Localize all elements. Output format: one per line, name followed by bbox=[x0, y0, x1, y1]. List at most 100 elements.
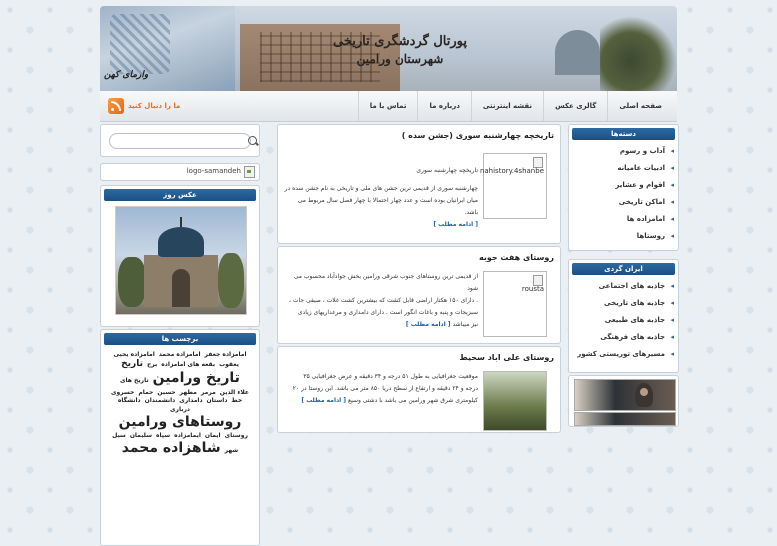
nav-gallery[interactable]: گالری عکس bbox=[543, 91, 607, 121]
thumbnail-alt-text: rousta bbox=[521, 285, 544, 293]
excerpt-line: از قدیمی ترین روستاهای جنوب شرقی ورامین … bbox=[293, 273, 478, 292]
category-item[interactable]: ادبیات عامیانه bbox=[569, 160, 674, 177]
post-excerpt: از قدیمی ترین روستاهای جنوب شرقی ورامین … bbox=[284, 271, 478, 331]
nav-contact[interactable]: تماس با ما bbox=[357, 91, 418, 121]
page: پورتال گردشگری تاریخی شهرستان ورامین وار… bbox=[100, 6, 679, 546]
tag-link[interactable]: تاریخ های bbox=[120, 377, 149, 385]
site-title: پورتال گردشگری تاریخی bbox=[333, 34, 467, 49]
tag-link[interactable]: دانشمندان bbox=[145, 397, 176, 405]
tag-link[interactable]: شاهزاده محمد bbox=[122, 440, 221, 458]
tag-link[interactable]: دامداری bbox=[179, 397, 202, 405]
tag-link[interactable]: یعقوب bbox=[219, 361, 239, 369]
post-card: روستای علی اباد سحیط موقعیت جغرافیایی به… bbox=[277, 346, 561, 433]
tag-link[interactable]: امامزاده جعفر bbox=[205, 351, 247, 359]
tag-link[interactable]: مرمر bbox=[201, 389, 216, 397]
read-more-link[interactable]: [ ادامه مطلب ] bbox=[406, 321, 451, 328]
post-thumbnail[interactable] bbox=[483, 371, 547, 431]
tag-link[interactable]: تاریخ bbox=[121, 359, 143, 370]
dome-image bbox=[555, 30, 600, 75]
tag-link[interactable]: برج bbox=[147, 361, 157, 369]
tag-link[interactable]: سپاه bbox=[156, 432, 170, 440]
iran-travel-item[interactable]: جاذبه های اجتماعی bbox=[569, 278, 674, 295]
rss-icon[interactable] bbox=[108, 98, 124, 114]
tag-link[interactable]: درباری bbox=[170, 406, 190, 414]
photo-of-day-title: عکس روز bbox=[104, 189, 256, 201]
category-item[interactable]: امامزاده ها bbox=[569, 211, 674, 228]
tag-link[interactable]: دانشگاه bbox=[118, 397, 141, 405]
post-thumbnail[interactable]: rousta bbox=[483, 271, 547, 337]
photo-of-day-image[interactable] bbox=[115, 206, 247, 315]
main-nav: ما را دنبال کنید صفحه اصلی گالری عکس نقش… bbox=[100, 91, 677, 122]
nav-about[interactable]: درباره ما bbox=[417, 91, 470, 121]
iran-travel-item[interactable]: مسیرهای توریستی کشور bbox=[569, 346, 674, 363]
nav-home[interactable]: صفحه اصلی bbox=[607, 91, 673, 121]
tree-shape bbox=[118, 257, 146, 307]
tags-box: برچسب ها امامزاده جعفرامامزاده محمدامامز… bbox=[100, 329, 260, 546]
excerpt-line: موقعیت جغرافیایی به طول ۵۱ درجه و ۳۴ دقی… bbox=[303, 373, 478, 380]
post-excerpt: تاریخچه چهارشنبه سوری چهارشنبه سوری از ق… bbox=[284, 165, 478, 231]
excerpt-line: تاریخچه چهارشنبه سوری bbox=[416, 167, 478, 174]
banner-box bbox=[568, 375, 679, 427]
iran-travel-item[interactable]: جاذبه های طبیعی bbox=[569, 312, 674, 329]
read-more-link[interactable]: [ ادامه مطلب ] bbox=[284, 219, 478, 231]
search-box bbox=[100, 124, 260, 157]
excerpt-line: میان ایرانیان بوده است و عدد چهار احتمال… bbox=[297, 197, 478, 216]
shrine-building bbox=[144, 255, 218, 307]
post-thumbnail[interactable]: nahistory.4shanbe bbox=[480, 153, 547, 219]
tags-title: برچسب ها bbox=[104, 333, 256, 345]
tag-link[interactable]: خسروی bbox=[111, 389, 134, 397]
categories-box: دسته‌ها آداب و رسوم ادبیات عامیانه اقوام… bbox=[568, 124, 679, 251]
tag-link[interactable]: شهر bbox=[225, 447, 239, 455]
logo-alt-text[interactable]: logo-samandeh bbox=[187, 167, 241, 175]
excerpt-line: درجه و ۲۴ دقیقه و ارتفاع از سطح دریا ۸۵۰… bbox=[292, 385, 478, 392]
excerpt-line: سبزیجات و پنبه و باغات انگور است . دارای… bbox=[297, 309, 478, 316]
tag-link[interactable]: امامزاده محمد bbox=[159, 351, 201, 359]
tag-link[interactable]: سلیمان bbox=[130, 432, 152, 440]
tag-link[interactable]: سیل bbox=[112, 432, 126, 440]
tag-link[interactable]: بقعه های امامزاده bbox=[161, 361, 215, 369]
tag-link[interactable]: مطهر bbox=[180, 389, 197, 397]
tree-image bbox=[600, 16, 677, 91]
excerpt-line: چهارشنبه سوری از قدیمی ترین جشن های ملی … bbox=[284, 185, 478, 192]
iran-travel-title: ایران گردی bbox=[572, 263, 675, 275]
post-title[interactable]: تاریخچه چهارشنبه سوری (جشن سده ) bbox=[402, 131, 554, 140]
search-input[interactable] bbox=[109, 133, 251, 149]
iran-travel-item[interactable]: جاذبه های تاریخی bbox=[569, 295, 674, 312]
category-item[interactable]: روستاها bbox=[569, 228, 674, 245]
leader-banner-image[interactable] bbox=[574, 379, 676, 411]
iran-travel-item[interactable]: جاذبه های فرهنگی bbox=[569, 329, 674, 346]
category-item[interactable]: اقوام و عشایر bbox=[569, 177, 674, 194]
excerpt-line: نیز میباشد bbox=[452, 321, 478, 328]
category-item[interactable]: اماکن تاریخی bbox=[569, 194, 674, 211]
tag-link[interactable]: ایمان bbox=[205, 432, 221, 440]
tag-link[interactable]: خط bbox=[231, 397, 242, 405]
photo-of-day-box: عکس روز bbox=[100, 185, 260, 327]
header-signature: وارمای کهن bbox=[104, 70, 149, 80]
leader-banner-image[interactable] bbox=[574, 412, 676, 426]
broken-image-icon bbox=[244, 166, 255, 178]
category-item[interactable]: آداب و رسوم bbox=[569, 143, 674, 160]
excerpt-line: . دارای ۱۵۰ هکتار اراضی قابل کشت که بیشت… bbox=[289, 297, 478, 304]
tag-link[interactable]: ایمامزاده bbox=[174, 432, 201, 440]
tag-link[interactable]: علاء الدین bbox=[220, 389, 249, 397]
rss-follow-link[interactable]: ما را دنبال کنید bbox=[128, 91, 180, 121]
post-title[interactable]: روستای علی اباد سحیط bbox=[459, 353, 554, 362]
tag-link[interactable]: حمام bbox=[138, 389, 153, 397]
read-more-link[interactable]: [ ادامه مطلب ] bbox=[301, 397, 346, 404]
logo-samandeh-box: logo-samandeh bbox=[100, 163, 260, 181]
tag-link[interactable]: امامزاده یحیی bbox=[113, 351, 154, 359]
search-icon[interactable] bbox=[248, 136, 257, 145]
tag-cloud: امامزاده جعفر امامزاده محمد امامزاده یحیی ی… bbox=[101, 348, 259, 460]
nav-map[interactable]: نقشه اینترنتی bbox=[470, 91, 543, 121]
post-excerpt: موقعیت جغرافیایی به طول ۵۱ درجه و ۳۴ دقی… bbox=[284, 371, 478, 407]
tag-link[interactable]: روستای bbox=[225, 432, 248, 440]
tag-link[interactable]: تاریخ ورامین bbox=[153, 370, 240, 388]
categories-title: دسته‌ها bbox=[572, 128, 675, 140]
shrine-dome bbox=[158, 217, 204, 257]
tag-link[interactable]: حسین bbox=[157, 389, 175, 397]
post-card: روستای هفت جوبه rousta از قدیمی ترین روس… bbox=[277, 246, 561, 344]
site-header-banner: پورتال گردشگری تاریخی شهرستان ورامین وار… bbox=[100, 6, 677, 91]
tag-link[interactable]: داستان bbox=[207, 397, 228, 405]
portrait-shape bbox=[635, 383, 653, 407]
post-title[interactable]: روستای هفت جوبه bbox=[479, 253, 554, 262]
